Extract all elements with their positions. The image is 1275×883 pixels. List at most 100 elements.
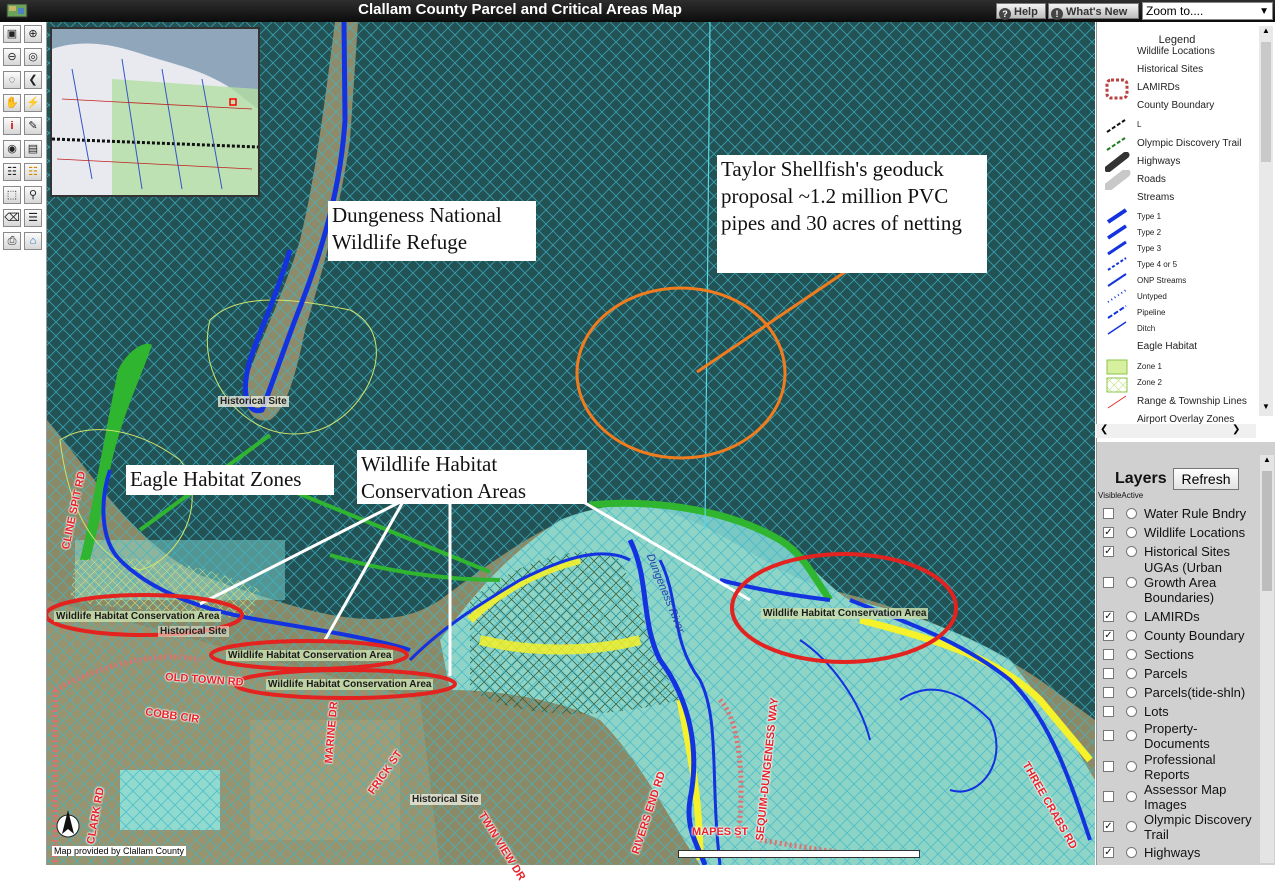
legend-scroll-thumb[interactable] [1261,42,1271,162]
chevron-left-icon[interactable]: ❮ [1100,424,1108,435]
layer-active-radio[interactable] [1126,577,1137,588]
layer-row: Parcels(tide-shln) [1097,685,1257,700]
query-icon[interactable]: ⚲ [24,186,42,204]
layer-label: Parcels(tide-shln) [1144,685,1246,700]
layer-visible-checkbox[interactable] [1103,791,1114,802]
layer-visible-checkbox[interactable]: ✓ [1103,630,1114,641]
layer-label: Historical Sites [1144,544,1230,559]
legend-item: Pipeline [1137,308,1166,317]
layer-visible-checkbox[interactable] [1103,730,1114,741]
layers-scroll-thumb[interactable] [1262,471,1272,591]
layer-row: ✓ Highways [1097,845,1257,860]
layer-active-radio[interactable] [1126,706,1137,717]
legend-item: ONP Streams [1137,276,1187,285]
layers-scrollbar[interactable]: ▲ [1260,455,1274,863]
back-icon[interactable]: ❮ [24,71,42,89]
legend-scrollbar[interactable]: ▲ ▼ [1259,26,1273,416]
legend-horizontal-scrollbar[interactable]: ❮ ❯ [1096,424,1256,438]
refresh-button[interactable]: Refresh [1173,468,1239,490]
whats-new-button[interactable]: ! What's New [1048,3,1139,20]
layer-visible-checkbox[interactable]: ✓ [1103,527,1114,538]
layer-visible-checkbox[interactable] [1103,761,1114,772]
layer-label: Professional Reports [1144,752,1216,782]
scroll-up-icon[interactable]: ▲ [1260,455,1274,469]
layer-active-radio[interactable] [1126,546,1137,557]
layer-visible-checkbox[interactable] [1103,649,1114,660]
layer-label: Lots [1144,704,1169,719]
layer-list-icon[interactable]: ☰ [24,209,42,227]
edit-icon[interactable]: ✎ [24,117,42,135]
zoom-in-icon[interactable]: ⊕ [24,25,42,43]
scale-bar [678,850,920,858]
layer-row: ✓ LAMIRDs [1097,609,1257,624]
map-toolbar: ▣ ⊕ ⊖ ◎ ◌ ❮ ✋ ⚡ i ✎ ◉ ▤ ☷ ☷ ⬚ ⚲ ⌫ ☰ ⎙ ⌂ [0,22,47,865]
layer-visible-checkbox[interactable] [1103,706,1114,717]
layer-visible-checkbox[interactable] [1103,508,1114,519]
layer-active-radio[interactable] [1126,791,1137,802]
erase-icon[interactable]: ⌫ [3,209,21,227]
layer-visible-checkbox[interactable] [1103,577,1114,588]
legend-item: Eagle Habitat [1137,341,1198,352]
map-label-historical-site: Historical Site [218,396,289,407]
legend-panel: Legend Wildlife Locations Historical Sit… [1096,22,1275,442]
legend-item: Ditch [1137,324,1156,333]
search-binoculars-icon[interactable]: ◉ [3,140,21,158]
legend-item: Historical Sites [1137,64,1204,75]
layer-active-radio[interactable] [1126,668,1137,679]
identify-icon[interactable]: i [3,117,21,135]
layer-visible-checkbox[interactable] [1103,687,1114,698]
layer-visible-checkbox[interactable] [1103,668,1114,679]
layer-active-radio[interactable] [1126,761,1137,772]
stream-swatches-icon [1106,208,1128,335]
home-icon[interactable]: ⌂ [24,232,42,250]
print-setup-icon[interactable]: ▤ [24,140,42,158]
scroll-down-icon[interactable]: ▼ [1259,402,1273,416]
legend-item: Type 3 [1137,244,1162,253]
layer-visible-checkbox[interactable]: ✓ [1103,821,1114,832]
legend-title: Legend [1158,34,1196,46]
refresh-lightning-icon[interactable]: ⚡ [24,94,42,112]
layers-title: Layers [1115,470,1167,487]
overview-map[interactable] [50,27,260,197]
map-label-whca: Wildlife Habitat Conservation Area [226,650,394,661]
info-icon: ! [1051,8,1063,20]
select-icon[interactable]: ⬚ [3,186,21,204]
legend-item: County Boundary [1137,100,1215,111]
chevron-right-icon[interactable]: ❯ [1232,424,1240,435]
visible-active-header: VisibleActive [1098,491,1144,500]
zoom-out-icon[interactable]: ⊖ [3,48,21,66]
zoom-previous-icon[interactable]: ◌ [3,71,21,89]
map-label-whca: Wildlife Habitat Conservation Area [266,679,434,690]
layer-label: Assessor Map Images [1144,782,1227,812]
layer-active-radio[interactable] [1126,611,1137,622]
layer-visible-checkbox[interactable]: ✓ [1103,847,1114,858]
print-icon[interactable]: ⎙ [3,232,21,250]
layer-active-radio[interactable] [1126,821,1137,832]
layer-active-radio[interactable] [1126,687,1137,698]
layer-visible-checkbox[interactable]: ✓ [1103,611,1114,622]
layer-active-radio[interactable] [1126,508,1137,519]
layer-active-radio[interactable] [1126,730,1137,741]
road-swatch-icon [1105,170,1131,190]
layer-visible-checkbox[interactable]: ✓ [1103,546,1114,557]
legend-item: L [1137,120,1142,129]
layer-row: Assessor Map Images [1097,782,1257,812]
layer-label: Parcels [1144,666,1188,681]
legend-item: Type 2 [1137,228,1162,237]
pan-icon[interactable]: ✋ [3,94,21,112]
help-button[interactable]: ? Help [996,3,1046,20]
layer-active-radio[interactable] [1126,649,1137,660]
zoom-full-icon[interactable]: ◎ [24,48,42,66]
zoom-to-select[interactable]: Zoom to.... ▼ [1142,2,1273,20]
annotation-whca: Wildlife Habitat Conservation Areas [357,450,587,504]
layer-active-radio[interactable] [1126,527,1137,538]
layer-active-radio[interactable] [1126,847,1137,858]
map-credit: Map provided by Clallam County [52,846,187,856]
scroll-up-icon[interactable]: ▲ [1259,26,1273,40]
map-label-whca: Wildlife Habitat Conservation Area [54,611,222,622]
legend-toggle-icon[interactable]: ▣ [3,25,21,43]
table-icon[interactable]: ☷ [3,163,21,181]
grid-icon[interactable]: ☷ [24,163,42,181]
layer-active-radio[interactable] [1126,630,1137,641]
map-label-historical-site: Historical Site [410,794,481,805]
